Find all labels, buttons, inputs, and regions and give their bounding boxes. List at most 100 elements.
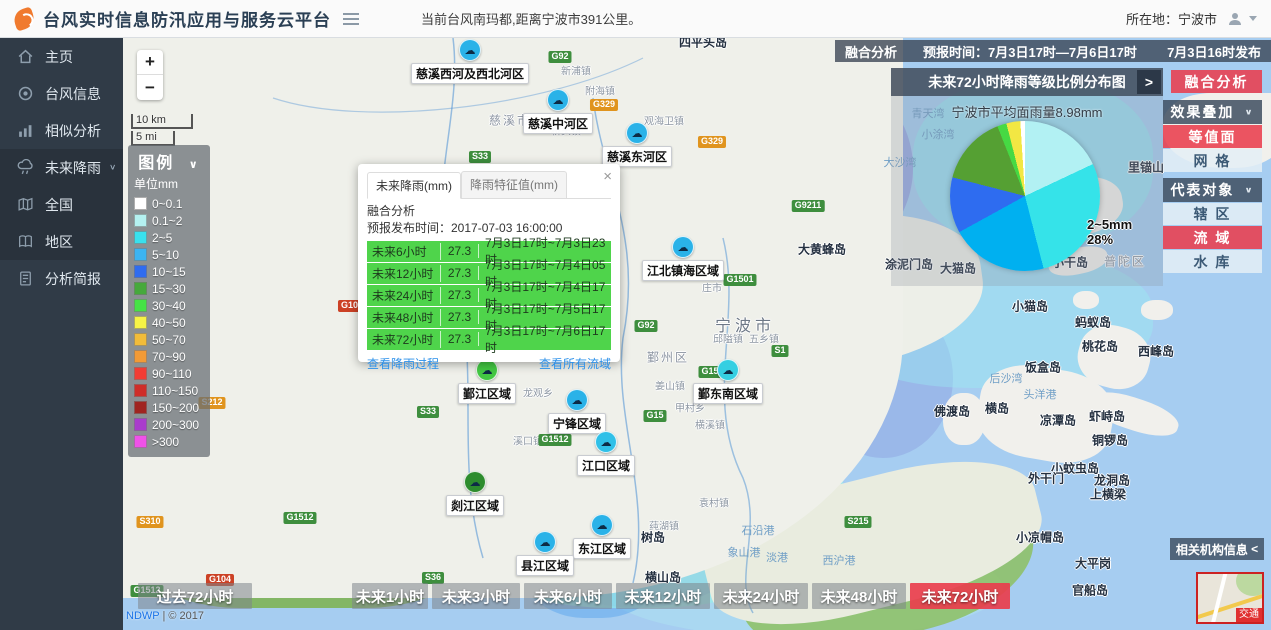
forecast-table-row[interactable]: 未来72小时27.37月3日17时~7月6日17时 [367, 329, 611, 350]
sidebar-item-home[interactable]: 主页 [0, 38, 123, 75]
sidebar-item-national[interactable]: 全国 [0, 186, 123, 223]
legend-range-label: 0~0.1 [152, 197, 182, 211]
time-button-next-24h[interactable]: 未来24小时 [714, 583, 808, 609]
basin-marker-cixi-middle[interactable]: ☁慈溪中河区 [523, 89, 593, 134]
rain-overlay-blob [813, 298, 953, 458]
time-button-next-72h[interactable]: 未来72小时 [910, 583, 1010, 609]
view-all-basins-link[interactable]: 查看所有流域 [539, 355, 611, 372]
sidebar-item-future-rain[interactable]: 未来降雨∨ [0, 149, 123, 186]
time-button-next-6h[interactable]: 未来6小时 [524, 583, 612, 609]
basin-marker-jiangkou[interactable]: ☁江口区域 [577, 431, 635, 476]
copyright-link[interactable]: NDWP [126, 610, 159, 622]
basin-marker-label: 江口区域 [577, 455, 635, 476]
legend-range-label: 5~10 [152, 248, 179, 262]
location-label[interactable]: 所在地：宁波市 [1126, 9, 1217, 28]
basin-marker-xianjiang[interactable]: ☁县江区域 [516, 531, 574, 576]
map-label-town: 新浦镇 [561, 63, 591, 78]
basin-marker-jiangbei-zhenhai[interactable]: ☁江北镇海区域 [642, 236, 724, 281]
map-zoom-control: + − [137, 50, 163, 100]
chevron-down-icon: ∨ [1244, 108, 1254, 117]
panel-button-isosurface[interactable]: 等值面 [1163, 125, 1262, 148]
user-dropdown-caret-icon[interactable] [1249, 16, 1257, 21]
basin-marker-dongjiang[interactable]: ☁东江区域 [573, 514, 631, 559]
legend-swatch [134, 316, 147, 329]
map-label-water: 淡港 [766, 549, 788, 565]
map-label-island: 大黄蜂岛 [798, 241, 846, 258]
panel-button-effect-overlay[interactable]: 效果叠加∨ [1163, 100, 1262, 124]
map-label-island: 饭盒岛 [1025, 359, 1061, 376]
sidebar-item-typhoon-info[interactable]: 台风信息 [0, 75, 123, 112]
basin-marker-ningfeng[interactable]: ☁宁锋区域 [548, 389, 606, 434]
basin-marker-cixi-west[interactable]: ☁慈溪西河及西北河区 [411, 39, 529, 84]
tab-future-rain[interactable]: 未来降雨(mm) [367, 172, 461, 199]
traffic-badge: 交通 [1236, 608, 1262, 622]
time-button-next-48h[interactable]: 未来48小时 [812, 583, 906, 609]
legend-item: 90~110 [134, 365, 204, 382]
typhoon-status-text: 当前台风南玛都,距离宁波市391公里。 [421, 9, 641, 28]
basin-marker-cixi-east[interactable]: ☁慈溪东河区 [602, 122, 672, 167]
rain-icon [17, 159, 34, 176]
zoom-in-button[interactable]: + [137, 50, 163, 75]
sidebar-item-analysis-report[interactable]: 分析简报 [0, 260, 123, 297]
pie-panel-expand-button[interactable]: > [1137, 70, 1161, 94]
map-label-island: 官船岛 [1072, 582, 1108, 599]
legend-range-label: 150~200 [152, 401, 199, 415]
user-icon[interactable] [1227, 11, 1243, 27]
tab-rain-feature[interactable]: 降雨特征值(mm) [461, 171, 567, 198]
rain-level-pie-chart[interactable] [950, 121, 1100, 271]
forecast-value: 27.3 [441, 288, 479, 302]
time-button-past-72h[interactable]: 过去72小时 [138, 583, 252, 609]
legend-swatch [134, 299, 147, 312]
traffic-minimap[interactable]: 交通 [1196, 572, 1264, 624]
time-button-next-1h[interactable]: 未来1小时 [352, 583, 428, 609]
legend-range-label: >300 [152, 435, 179, 449]
legend-swatch [134, 282, 147, 295]
sidebar-item-label: 相似分析 [45, 121, 101, 141]
hamburger-menu-icon[interactable] [343, 13, 359, 25]
basin-marker-label: 慈溪中河区 [523, 113, 593, 134]
legend-swatch [134, 231, 147, 244]
legend-item: 10~15 [134, 263, 204, 280]
typhoon-icon [17, 85, 34, 102]
rain-cloud-icon: ☁ [566, 389, 588, 411]
map-label-island: 西峰岛 [1138, 343, 1174, 360]
sidebar-item-label: 未来降雨 [45, 158, 101, 178]
legend-swatch [134, 265, 147, 278]
rain-cloud-icon: ☁ [626, 122, 648, 144]
map-label-island: 铜锣岛 [1092, 432, 1128, 449]
map-label-island: 树岛 [641, 529, 665, 546]
legend-item: 200~300 [134, 416, 204, 433]
legend-item: 0.1~2 [134, 212, 204, 229]
legend-item: 15~30 [134, 280, 204, 297]
basin-marker-yindongnan[interactable]: ☁鄞东南区域 [693, 359, 763, 404]
map-label-town: 袁村镇 [699, 495, 729, 510]
time-button-next-3h[interactable]: 未来3小时 [432, 583, 520, 609]
panel-button-basin[interactable]: 流 域 [1163, 226, 1262, 249]
panel-button-grid[interactable]: 网 格 [1163, 149, 1262, 172]
zoom-out-button[interactable]: − [137, 75, 163, 100]
legend-title[interactable]: 图例 ∨ [134, 149, 204, 173]
sidebar-item-similar-analysis[interactable]: 相似分析 [0, 112, 123, 149]
pie-hover-label: 2~5mm 28% [1087, 218, 1132, 248]
map-label-island: 佛渡岛 [934, 403, 970, 420]
panel-button-represent-object[interactable]: 代表对象∨ [1163, 178, 1262, 202]
view-rain-process-link[interactable]: 查看降雨过程 [367, 355, 439, 372]
legend-range-label: 90~110 [152, 367, 192, 381]
legend-range-label: 30~40 [152, 299, 186, 313]
map-canvas[interactable]: + − 10 km 5 mi 图例 ∨ 单位mm 0~0.10.1~22~55~… [123, 38, 1271, 630]
basin-marker-shanjiang[interactable]: ☁剡江区域 [446, 471, 504, 516]
panel-button-reservoir[interactable]: 水 库 [1163, 250, 1262, 273]
forecast-value: 27.3 [441, 310, 479, 324]
map-label-island: 上横梁 [1090, 486, 1126, 503]
land-blob [1073, 291, 1099, 309]
panel-button-district[interactable]: 辖 区 [1163, 203, 1262, 225]
popup-close-icon[interactable]: × [603, 168, 612, 185]
panel-button-fusion-analysis[interactable]: 融合分析 [1171, 70, 1262, 93]
sidebar-item-region[interactable]: 地区 [0, 223, 123, 260]
app-title: 台风实时信息防汛应用与服务云平台 [43, 6, 331, 31]
legend-range-label: 70~90 [152, 350, 186, 364]
road-badge: G92 [634, 320, 657, 332]
forecast-period: 未来6小时 [367, 243, 441, 260]
time-button-next-12h[interactable]: 未来12小时 [616, 583, 710, 609]
related-org-info-button[interactable]: 相关机构信息 < [1170, 538, 1264, 560]
